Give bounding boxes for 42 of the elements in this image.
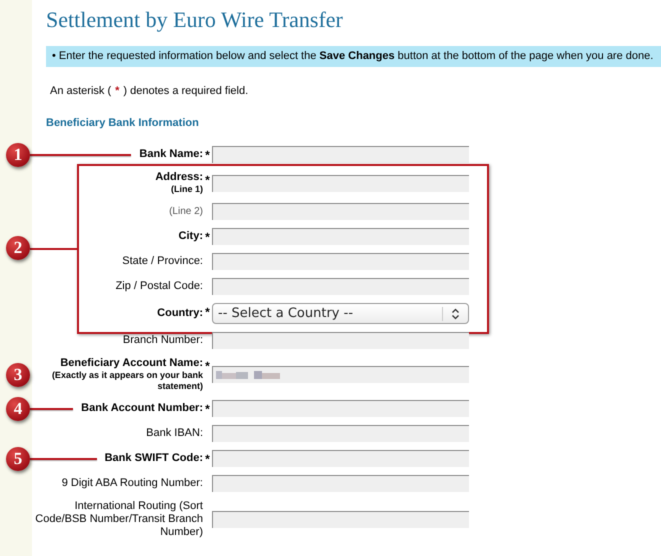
- input-field[interactable]: [212, 146, 469, 163]
- input-field[interactable]: [212, 425, 469, 442]
- input-field[interactable]: [212, 400, 469, 417]
- field-label: City:: [178, 230, 203, 243]
- field-label: Bank Account Number:: [81, 402, 203, 415]
- info-banner: • Enter the requested information below and select the Save Changes button at the bottom of the page when you are done.: [46, 46, 661, 67]
- leader-line: [30, 248, 77, 250]
- field-label: Address: (Line 1): [155, 171, 203, 195]
- section-heading: Beneficiary Bank Information: [46, 117, 200, 129]
- input-field[interactable]: [212, 203, 469, 220]
- field-label: International Routing (Sort Code/BSB Number/Transit Branch Number): [34, 500, 203, 539]
- input-field[interactable]: [212, 511, 469, 528]
- leader-line: [30, 458, 97, 460]
- field-label: Bank IBAN:: [146, 427, 203, 440]
- field-label: Branch Number:: [122, 334, 203, 347]
- leader-line: [30, 408, 74, 410]
- input-field[interactable]: [212, 332, 469, 349]
- required-asterisk: *: [204, 172, 211, 187]
- required-asterisk: *: [204, 147, 211, 162]
- input-field[interactable]: [212, 253, 469, 270]
- field-label: Bank Name:: [139, 148, 203, 161]
- field-label: Bank SWIFT Code:: [104, 452, 203, 465]
- required-note: An asterisk ( * ) denotes a required field.: [49, 85, 250, 97]
- input-field[interactable]: [212, 228, 469, 245]
- required-asterisk: *: [204, 229, 211, 244]
- field-label: 9 Digit ABA Routing Number:: [62, 477, 203, 490]
- required-asterisk: *: [204, 358, 211, 373]
- required-asterisk: *: [204, 304, 211, 319]
- field-label: (Line 2): [169, 205, 203, 218]
- input-field[interactable]: [212, 450, 469, 467]
- field-label: Beneficiary Account Name: (Exactly as it appears on your bank statement): [50, 357, 203, 392]
- input-field[interactable]: [212, 475, 469, 492]
- required-asterisk: *: [204, 451, 211, 466]
- required-asterisk: *: [204, 401, 211, 416]
- input-field[interactable]: [212, 174, 469, 192]
- field-label: Zip / Postal Code:: [116, 280, 203, 293]
- field-label: Country:: [157, 307, 203, 320]
- input-field[interactable]: [212, 278, 469, 295]
- page-title: Settlement by Euro Wire Transfer: [46, 7, 344, 33]
- field-label: State / Province:: [122, 255, 203, 268]
- input-field[interactable]: [212, 366, 469, 383]
- country-dropdown[interactable]: -- Select a Country --: [212, 303, 469, 324]
